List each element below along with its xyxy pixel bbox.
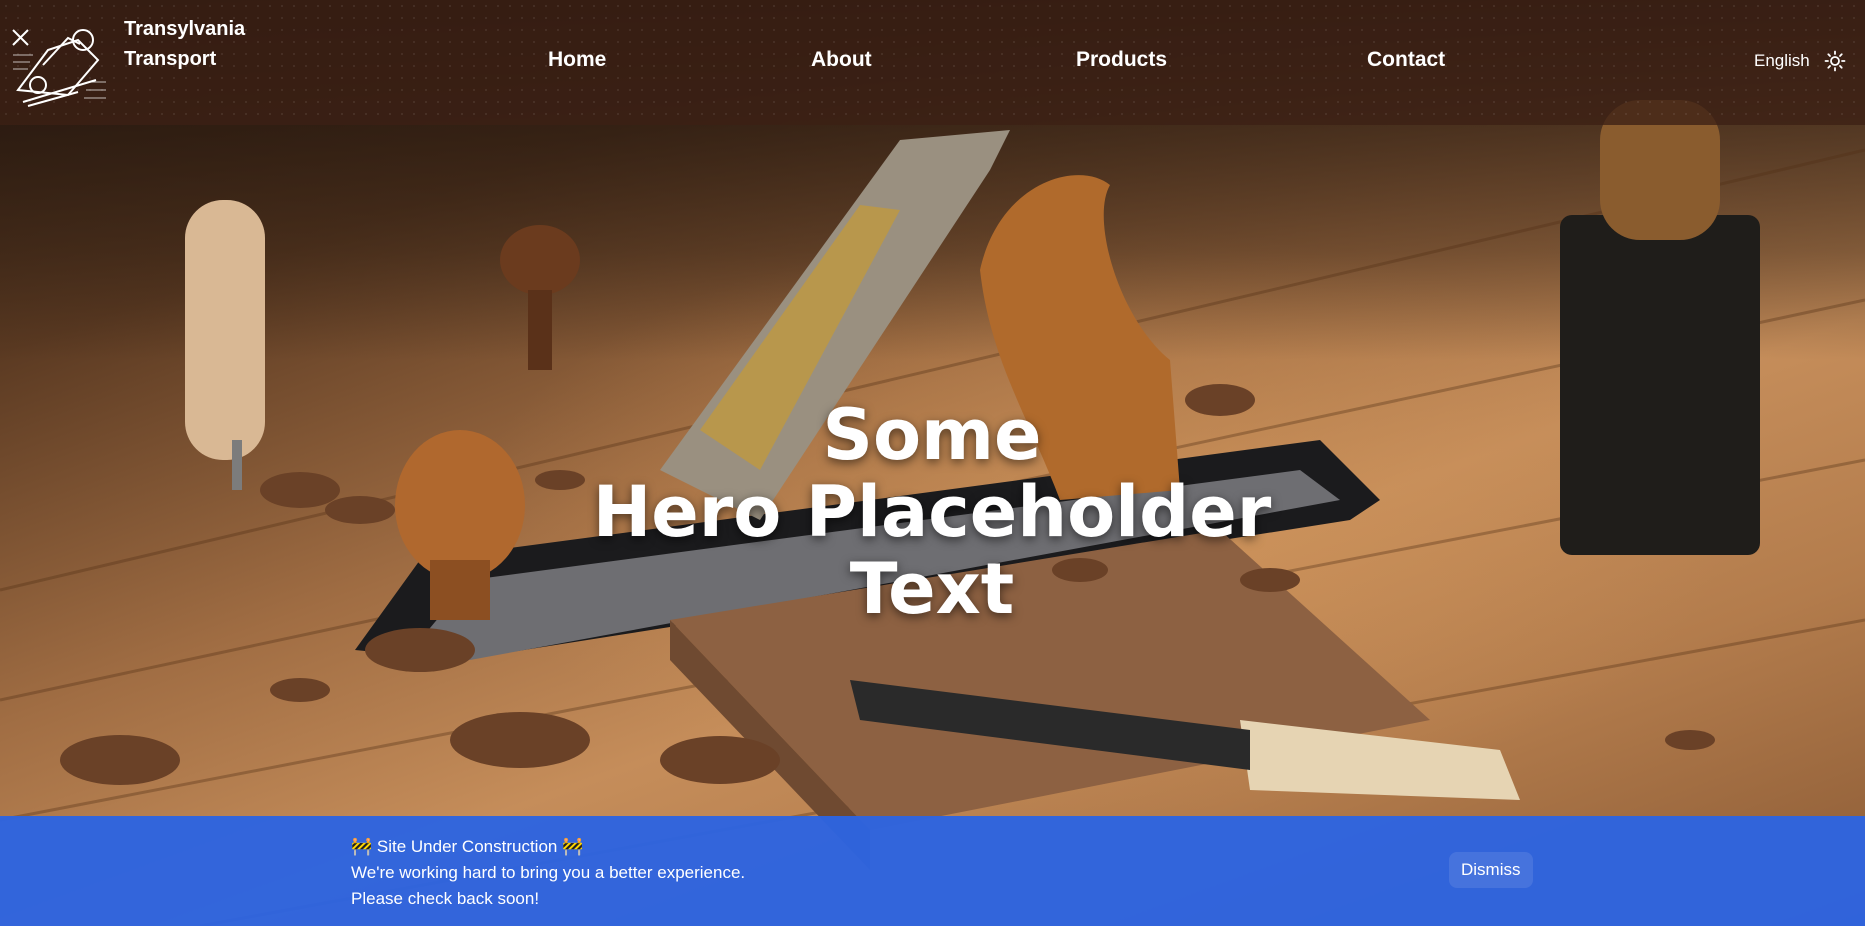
sun-icon[interactable] (1824, 50, 1846, 72)
site-header: Transylvania Transport Home About Produc… (0, 0, 1865, 125)
woodworking-plane-logo-icon[interactable] (8, 10, 112, 114)
nav-about[interactable]: About (811, 48, 872, 72)
banner-line-2: Please check back soon! (351, 889, 540, 908)
language-selector[interactable]: English (1754, 51, 1810, 71)
nav-contact[interactable]: Contact (1367, 48, 1445, 72)
brand-line-1: Transylvania (124, 18, 246, 40)
hero-title-line-3: Text (849, 547, 1015, 630)
hero-title: Some Hero Placeholder Text (532, 393, 1332, 630)
banner-heading: 🚧 Site Under Construction 🚧 (351, 837, 584, 856)
nav-products[interactable]: Products (1076, 48, 1167, 72)
hero-title-line-1: Some (822, 393, 1042, 476)
banner-line-1: We're working hard to bring you a better… (351, 863, 746, 882)
construction-banner: 🚧 Site Under Construction 🚧 We're workin… (0, 816, 1865, 926)
brand-line-2: Transport (124, 48, 217, 70)
dismiss-button[interactable]: Dismiss (1449, 852, 1533, 888)
banner-message: 🚧 Site Under Construction 🚧 We're workin… (351, 834, 745, 912)
page: Transylvania Transport Home About Produc… (0, 0, 1865, 926)
hero-title-line-2: Hero Placeholder (592, 470, 1272, 553)
nav-home[interactable]: Home (548, 48, 606, 72)
brand-name[interactable]: Transylvania Transport (124, 14, 245, 74)
